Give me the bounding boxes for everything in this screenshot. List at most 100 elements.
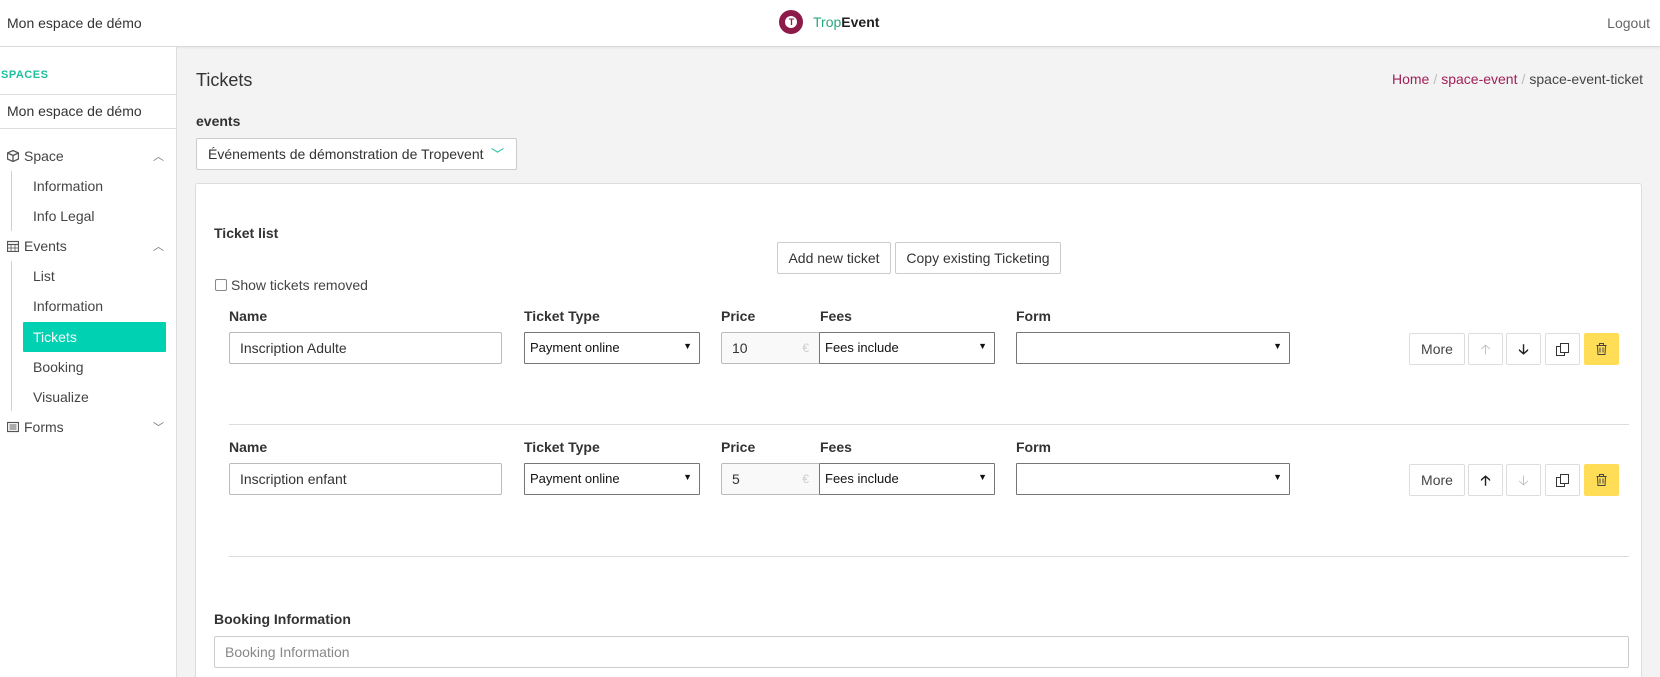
chevron-down-icon: ﹀ (490, 147, 504, 162)
sidebar-item-list[interactable]: List (23, 261, 166, 291)
sidebar-group-events[interactable]: Events ︿ (0, 231, 176, 261)
tropevent-logo-icon: T (779, 10, 803, 34)
page-title: Tickets (196, 70, 253, 90)
move-down-button[interactable]: 🡣 (1506, 464, 1541, 496)
column-form-label: Form (1016, 308, 1051, 324)
spaces-heading: SPACES (1, 69, 49, 81)
add-new-ticket-button[interactable]: Add new ticket (777, 242, 891, 274)
arrow-down-icon: 🡣 (1518, 472, 1529, 488)
move-up-button[interactable]: 🡡 (1468, 333, 1503, 365)
column-price-label: Price (721, 439, 756, 455)
sidebar-group-space[interactable]: Space ︿ (0, 141, 176, 171)
nav-tree-line (11, 261, 12, 411)
trash-icon (1596, 474, 1607, 486)
breadcrumb-separator: / (1521, 71, 1526, 87)
column-type-label: Ticket Type (524, 439, 600, 455)
brand-name: TropEvent (813, 14, 879, 30)
breadcrumb: Home / space-event / space-event-ticket (1392, 71, 1643, 87)
duplicate-button[interactable] (1545, 333, 1580, 365)
euro-icon: € (802, 472, 809, 486)
column-name-label: Name (229, 439, 268, 455)
more-button[interactable]: More (1409, 333, 1465, 365)
ticket-price-value: 5 (732, 471, 740, 487)
sidebar-item-events-information[interactable]: Information (23, 291, 166, 321)
more-button[interactable]: More (1409, 464, 1465, 496)
nav-tree-line (11, 171, 12, 231)
arrow-up-icon: 🡡 (1480, 472, 1491, 488)
breadcrumb-space-event[interactable]: space-event (1441, 71, 1517, 87)
ticket-price-input[interactable]: 10 € (721, 332, 819, 364)
move-up-button[interactable]: 🡡 (1468, 464, 1503, 496)
booking-information-input[interactable]: Booking Information (214, 636, 1629, 668)
euro-icon: € (802, 341, 809, 355)
event-select-value: Événements de démonstration de Tropevent (208, 146, 484, 162)
duplicate-button[interactable] (1545, 464, 1580, 496)
top-bar: Mon espace de démo T TropEvent Logout (0, 0, 1660, 47)
show-removed-checkbox[interactable] (215, 279, 227, 291)
move-down-button[interactable]: 🡣 (1506, 333, 1541, 365)
sidebar-item-tickets[interactable]: Tickets (23, 322, 166, 352)
tickets-card: Ticket list Add new ticket Copy existing… (195, 183, 1642, 677)
logout-link[interactable]: Logout (1607, 15, 1650, 31)
breadcrumb-current: space-event-ticket (1529, 71, 1643, 87)
arrow-up-icon: 🡡 (1480, 341, 1491, 357)
sidebar-item-info-legal[interactable]: Info Legal (23, 201, 166, 231)
trash-icon (1596, 343, 1607, 355)
breadcrumb-home[interactable]: Home (1392, 71, 1429, 87)
ticket-price-input[interactable]: 5 € (721, 463, 819, 495)
column-type-label: Ticket Type (524, 308, 600, 324)
ticket-divider (229, 556, 1629, 557)
copy-icon (1556, 474, 1569, 487)
ticket-divider (229, 424, 1629, 425)
show-removed-label: Show tickets removed (231, 277, 368, 293)
sidebar-group-label: Events (24, 238, 67, 254)
calendar-icon (6, 240, 20, 253)
ticket-name-input[interactable]: Inscription Adulte (229, 332, 502, 364)
copy-existing-ticketing-button[interactable]: Copy existing Ticketing (895, 242, 1061, 274)
ticket-type-select[interactable]: Payment online ▼ (524, 332, 700, 364)
column-price-label: Price (721, 308, 756, 324)
chevron-up-icon: ︿ (153, 241, 164, 253)
ticket-list-title: Ticket list (214, 225, 279, 241)
ticket-price-value: 10 (732, 340, 748, 356)
sidebar-item-space-information[interactable]: Information (23, 171, 166, 201)
arrow-down-icon: 🡣 (1518, 341, 1529, 357)
delete-ticket-button[interactable] (1584, 464, 1619, 496)
delete-ticket-button[interactable] (1584, 333, 1619, 365)
space-name[interactable]: Mon espace de démo (7, 15, 142, 31)
ticket-fees-select[interactable]: Fees include ▼ (819, 463, 995, 495)
brand-part-2: Event (841, 14, 880, 30)
ticket-fees-select[interactable]: Fees include ▼ (819, 332, 995, 364)
sidebar-item-visualize[interactable]: Visualize (23, 382, 166, 412)
current-space[interactable]: Mon espace de démo (0, 94, 176, 129)
dropdown-arrow-icon: ▼ (1273, 341, 1282, 351)
ticket-fees-value: Fees include (825, 471, 899, 486)
dropdown-arrow-icon: ▼ (978, 341, 987, 351)
events-label: events (196, 113, 241, 129)
ticket-type-select[interactable]: Payment online ▼ (524, 463, 700, 495)
column-fees-label: Fees (820, 308, 852, 324)
ticket-name-input[interactable]: Inscription enfant (229, 463, 502, 495)
ticket-fees-value: Fees include (825, 340, 899, 355)
brand[interactable]: T TropEvent (779, 10, 879, 34)
sidebar-group-forms[interactable]: Forms ﹀ (0, 412, 176, 442)
breadcrumb-separator: / (1433, 71, 1438, 87)
sidebar-group-label: Forms (24, 419, 64, 435)
ticket-form-select[interactable]: ▼ (1016, 463, 1290, 495)
ticket-row: Name Ticket Type Price Fees Form Inscrip… (229, 308, 1629, 408)
sidebar-item-booking[interactable]: Booking (23, 352, 166, 382)
ticket-form-select[interactable]: ▼ (1016, 332, 1290, 364)
dropdown-arrow-icon: ▼ (978, 472, 987, 482)
ticket-type-value: Payment online (530, 340, 620, 355)
brand-part-1: Trop (813, 14, 842, 30)
show-removed-toggle[interactable]: Show tickets removed (215, 277, 368, 293)
event-select[interactable]: Événements de démonstration de Tropevent… (196, 138, 517, 170)
column-fees-label: Fees (820, 439, 852, 455)
column-name-label: Name (229, 308, 268, 324)
chevron-up-icon: ︿ (153, 151, 164, 163)
ticket-type-value: Payment online (530, 471, 620, 486)
list-icon (6, 421, 20, 433)
column-form-label: Form (1016, 439, 1051, 455)
chevron-down-icon: ﹀ (153, 422, 164, 434)
ticket-row: Name Ticket Type Price Fees Form Inscrip… (229, 439, 1629, 539)
